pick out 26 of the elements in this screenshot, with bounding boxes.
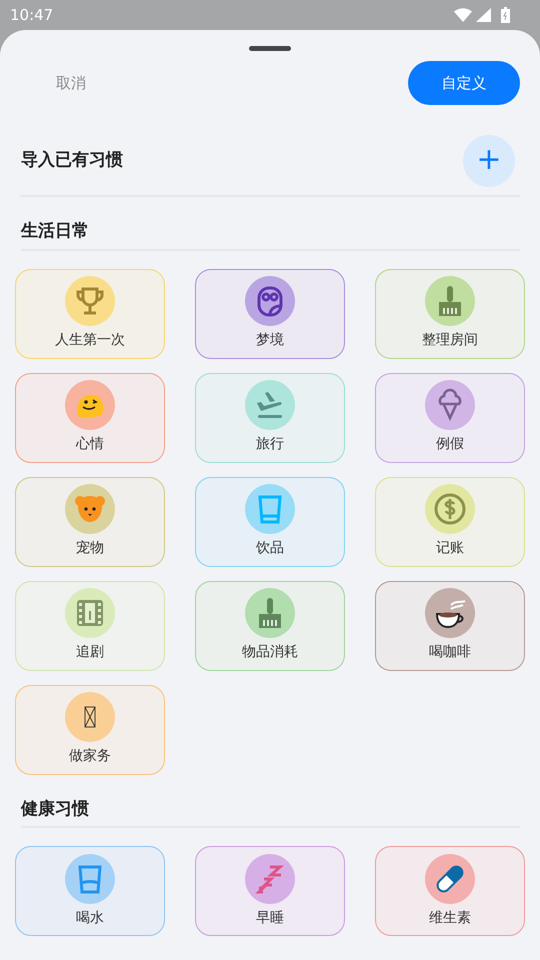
wifi-icon bbox=[454, 8, 472, 22]
habit-card[interactable]: 整理房间 bbox=[375, 268, 525, 358]
habit-card[interactable]: 梦境 bbox=[195, 268, 345, 358]
habit-card[interactable]: 饮品 bbox=[195, 476, 345, 566]
habit-card[interactable]: 追剧 bbox=[15, 580, 165, 670]
section-title: 生活日常 bbox=[21, 219, 520, 250]
status-time: 10:47 bbox=[10, 4, 54, 26]
habit-card[interactable]: 喝咖啡 bbox=[375, 580, 525, 670]
habit-card[interactable]: 例假 bbox=[375, 372, 525, 462]
habit-card[interactable]: 喝水 bbox=[15, 846, 165, 936]
habit-card[interactable]: 记账 bbox=[375, 476, 525, 566]
import-title: 导入已有习惯 bbox=[21, 149, 123, 172]
battery-icon bbox=[501, 7, 510, 23]
signal-icon bbox=[476, 8, 491, 22]
habit-card[interactable]: 心情 bbox=[15, 372, 165, 462]
habit-card[interactable]: 旅行 bbox=[195, 372, 345, 462]
habit-card[interactable]: 物品消耗 bbox=[195, 580, 345, 670]
habit-card[interactable]: 做家务 bbox=[15, 684, 165, 774]
custom-button[interactable]: 自定义 bbox=[408, 61, 520, 105]
drag-handle[interactable] bbox=[249, 46, 291, 51]
section-title: 健康习惯 bbox=[21, 796, 520, 828]
habit-card[interactable]: 维生素 bbox=[375, 846, 525, 936]
habit-card[interactable]: 人生第一次 bbox=[15, 268, 165, 358]
habit-card[interactable]: 早睡 bbox=[195, 846, 345, 936]
habit-card[interactable]: 宠物 bbox=[15, 476, 165, 566]
dollar-coin-icon bbox=[433, 492, 467, 526]
